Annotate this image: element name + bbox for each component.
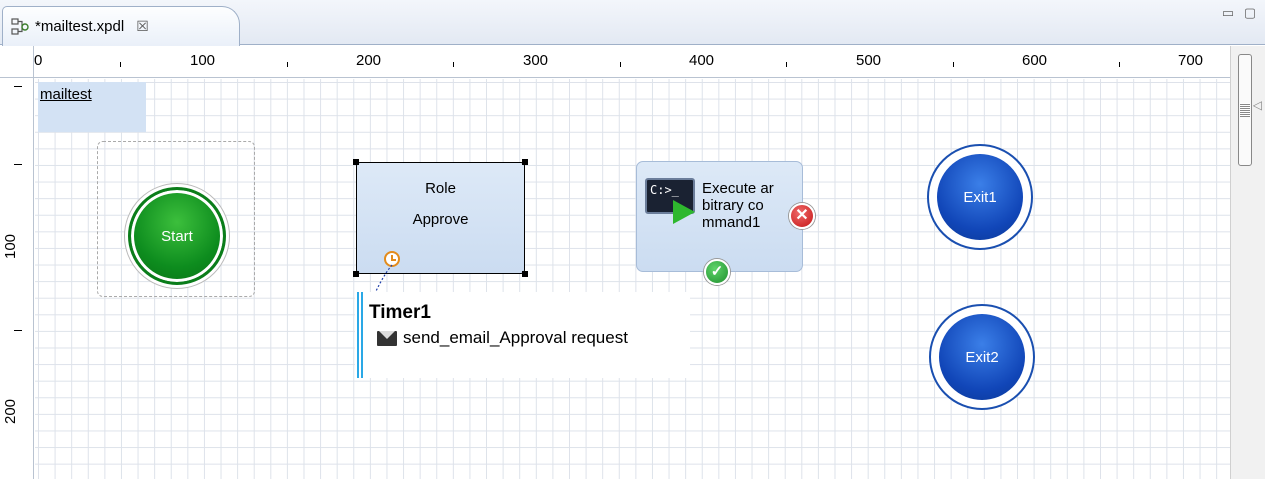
- ruler-label: 100: [190, 52, 216, 69]
- ruler-tick: [786, 62, 787, 67]
- exit1-end-event[interactable]: Exit1: [927, 144, 1033, 250]
- minimize-icon[interactable]: ▭: [1221, 6, 1235, 20]
- ruler-label: 600: [1022, 52, 1048, 69]
- end-event-circle: Exit1: [937, 154, 1023, 240]
- collapse-palette-icon[interactable]: ◁: [1253, 98, 1262, 112]
- ruler-corner: [0, 46, 34, 78]
- ruler-tick: [120, 62, 121, 67]
- end-event-circle: Exit2: [939, 314, 1025, 400]
- error-boundary-icon[interactable]: ✕: [789, 203, 815, 229]
- ruler-tick: [14, 330, 22, 331]
- ruler-tick: [14, 164, 22, 165]
- maximize-icon[interactable]: ▢: [1243, 6, 1257, 20]
- ruler-label: 100: [2, 233, 20, 260]
- ruler-label: 400: [689, 52, 715, 69]
- ruler-label: 700: [1178, 52, 1204, 69]
- timer-action-label: send_email_Approval request: [403, 328, 628, 347]
- success-boundary-icon[interactable]: ✓: [704, 259, 730, 285]
- ruler-label: 500: [856, 52, 882, 69]
- horizontal-ruler: 0 100 200 300 400 500 600 700: [34, 46, 1230, 78]
- exec-label-line: mmand1: [702, 214, 761, 231]
- exec-label-line: Execute ar: [702, 180, 774, 197]
- mail-icon: [377, 330, 397, 346]
- play-icon: [673, 200, 695, 224]
- ruler-tick: [453, 62, 454, 67]
- window-controls: ▭ ▢: [1221, 6, 1257, 20]
- exec-label-line: bitrary co: [702, 197, 764, 214]
- process-diagram-icon: [11, 17, 29, 36]
- vertical-scrollbar[interactable]: ◁: [1230, 46, 1265, 479]
- timer-bar: [357, 292, 365, 378]
- ruler-label: 200: [356, 52, 382, 69]
- end-event-label: Exit1: [963, 188, 997, 206]
- exec-task-label: Execute ar bitrary co mmand1: [702, 180, 782, 231]
- timer-action: send_email_Approval request: [377, 328, 628, 348]
- timer-title: Timer1: [369, 302, 431, 323]
- diagram-canvas[interactable]: mailtest Start Role Approve Timer1 send_…: [35, 79, 1230, 479]
- scrollbar-grip: [1240, 103, 1250, 117]
- execute-command-task[interactable]: C:>_ Execute ar bitrary co mmand1: [636, 161, 803, 272]
- ruler-tick: [287, 62, 288, 67]
- exit2-end-event[interactable]: Exit2: [929, 304, 1035, 410]
- command-prompt-text: C:>_: [650, 183, 679, 197]
- resize-handle[interactable]: [522, 271, 528, 277]
- ruler-tick: [14, 86, 22, 87]
- ruler-label: 300: [523, 52, 549, 69]
- timer-annotation[interactable]: Timer1 send_email_Approval request: [355, 292, 690, 378]
- scrollbar-thumb[interactable]: [1238, 54, 1252, 166]
- editor-tab[interactable]: *mailtest.xpdl ☒: [2, 6, 240, 46]
- ruler-tick: [953, 62, 954, 67]
- ruler-label: 200: [2, 398, 20, 425]
- tab-title: *mailtest.xpdl: [35, 18, 125, 35]
- resize-handle[interactable]: [522, 159, 528, 165]
- close-icon[interactable]: ☒: [136, 18, 149, 35]
- vertical-ruler: 100 200: [0, 78, 34, 479]
- end-event-label: Exit2: [965, 348, 999, 366]
- editor-tab-bar: *mailtest.xpdl ☒ ▭ ▢: [0, 0, 1265, 46]
- ruler-label: 0: [34, 52, 43, 69]
- ruler-tick: [620, 62, 621, 67]
- ruler-tick: [1119, 62, 1120, 67]
